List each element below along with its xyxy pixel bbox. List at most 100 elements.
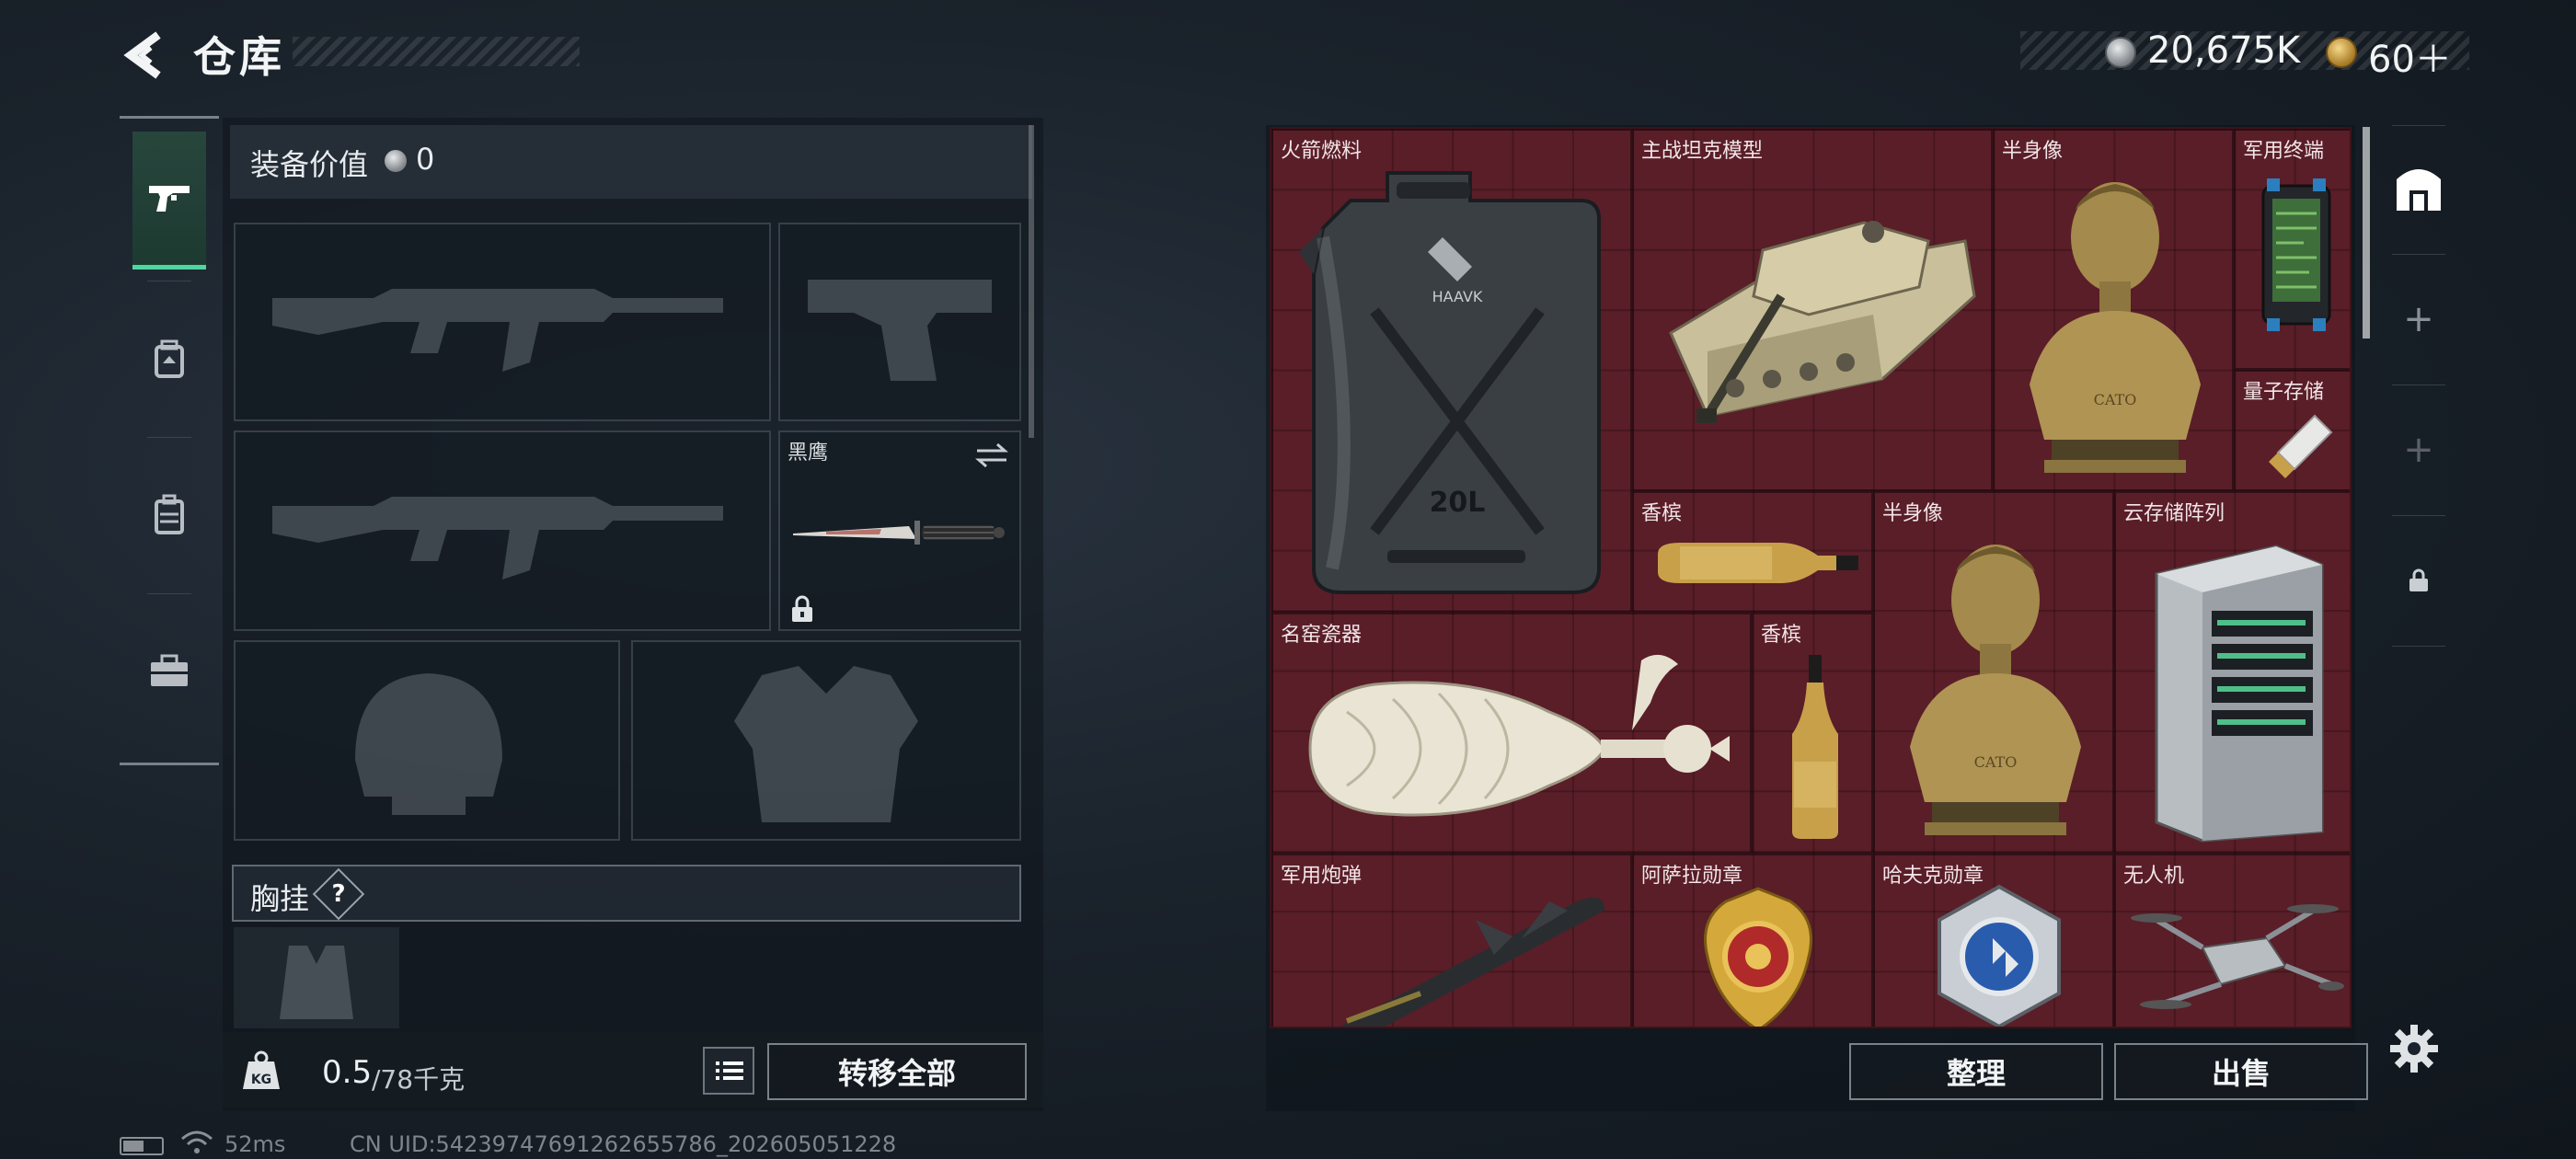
stash-item[interactable]: 香槟	[1752, 613, 1873, 854]
helmet-silhouette-icon	[355, 673, 502, 815]
lock-icon	[2409, 568, 2428, 591]
gold-currency-value[interactable]: 60＋	[2368, 29, 2452, 83]
champagne-bottle-icon	[1658, 543, 1858, 583]
item-name: 阿萨拉勋章	[1641, 865, 1743, 888]
stash-item[interactable]: 云存储阵列	[2114, 491, 2350, 854]
stash-item[interactable]: 无人机	[2114, 854, 2350, 1027]
stash-item[interactable]: 主战坦克模型	[1632, 129, 1993, 491]
server-array-icon	[2155, 545, 2324, 843]
item-name: 哈夫克勋章	[1882, 865, 1984, 888]
list-icon	[716, 1061, 743, 1080]
jerrycan-brand: HAAVK	[1432, 288, 1483, 305]
helmet-slot[interactable]	[234, 640, 620, 841]
tab-backpack[interactable]	[132, 446, 206, 584]
settings-gear-icon[interactable]	[2388, 1023, 2440, 1074]
combat-knife-icon	[793, 521, 1005, 545]
backpack-icon	[155, 494, 184, 534]
item-name: 量子存储	[2243, 381, 2325, 404]
weight-kg-icon: KG	[243, 1050, 280, 1089]
stash-item[interactable]: 量子存储	[2234, 370, 2350, 491]
item-name: 半身像	[1882, 502, 1944, 525]
title-decoration	[293, 37, 580, 66]
secondary-weapon-slot[interactable]	[234, 430, 771, 631]
item-name: 军用终端	[2243, 140, 2325, 163]
tab-armor[interactable]	[132, 290, 206, 428]
tab-weapons[interactable]	[132, 132, 206, 270]
stash-page-add-1[interactable]: +	[2383, 259, 2455, 379]
back-arrow-icon[interactable]	[118, 28, 173, 83]
silver-currency-value[interactable]: 20,675K	[2147, 29, 2300, 72]
pistol-silhouette-icon	[808, 280, 992, 381]
fuel-jerrycan-icon: HAAVK 20L	[1299, 171, 1601, 594]
stash-item[interactable]: 半身像 CATO	[1993, 129, 2234, 491]
stash-item[interactable]: 香槟	[1632, 491, 1873, 613]
silver-coin-icon	[2105, 37, 2136, 68]
swap-icon[interactable]	[973, 442, 1010, 469]
category-tabs	[120, 116, 219, 765]
bust-statue-icon: CATO	[2030, 182, 2201, 473]
item-name: 无人机	[2123, 865, 2185, 888]
rifle-silhouette-icon	[272, 289, 723, 372]
transfer-all-button[interactable]: 转移全部	[767, 1043, 1027, 1100]
stash-item[interactable]: 名窑瓷器	[1271, 613, 1752, 854]
stash-item[interactable]: 火箭燃料 HAAVK 20L	[1271, 129, 1632, 613]
help-icon-glyph: ?	[331, 880, 346, 908]
user-uid: CN UID:5423974769126265578​6_20260505122…	[350, 1131, 897, 1157]
silver-coin-icon	[385, 150, 407, 172]
stash-item[interactable]: 半身像 CATO	[1873, 491, 2114, 854]
champagne-bottle-icon	[1792, 655, 1838, 839]
page-title: 仓库	[193, 32, 285, 82]
battery-level	[123, 1141, 144, 1152]
melee-slot[interactable]: 黑鹰	[778, 430, 1021, 631]
equipment-scrollbar[interactable]	[1029, 125, 1034, 438]
item-name: 名窑瓷器	[1281, 624, 1363, 647]
drone-icon	[2131, 904, 2344, 1009]
equipment-value: 0	[416, 142, 435, 177]
medal-icon	[1704, 887, 1812, 1027]
stash-item[interactable]: 哈夫克勋章	[1873, 854, 2114, 1027]
chest-rig-slot[interactable]	[234, 927, 399, 1028]
stash-grid: 火箭燃料 HAAVK 20L 主战坦克模型 半身像 CATO 军用终端 量子存储…	[1270, 127, 2352, 1028]
gold-coin-icon	[2326, 37, 2357, 68]
weight-capacity: /78千克	[372, 1064, 466, 1095]
stash-item[interactable]: 军用炮弹	[1271, 854, 1632, 1027]
stash-page-locked[interactable]	[2383, 521, 2455, 640]
stash-page-add-2[interactable]: +	[2383, 390, 2455, 510]
toolbox-icon	[151, 654, 188, 686]
bust-statue-icon: CATO	[1910, 545, 2081, 835]
rifle-silhouette-icon	[272, 497, 723, 580]
stash-item[interactable]: 军用终端	[2234, 129, 2350, 370]
vest-silhouette-icon	[734, 666, 918, 822]
item-name: 香槟	[1761, 624, 1802, 647]
sell-button[interactable]: 出售	[2114, 1043, 2368, 1100]
bust-inscription: CATO	[1974, 753, 2018, 771]
chest-rig-label: 胸挂	[250, 881, 310, 916]
stash-item[interactable]: 阿萨拉勋章	[1632, 854, 1873, 1027]
sort-button[interactable]: 整理	[1849, 1043, 2103, 1100]
usb-drive-icon	[2269, 414, 2333, 478]
bust-inscription: CATO	[2094, 391, 2137, 408]
stash-home-icon	[2397, 169, 2441, 211]
chest-rig-silhouette-icon	[280, 946, 353, 1019]
lock-icon	[792, 595, 812, 622]
plus-icon: +	[2403, 429, 2434, 471]
armor-bag-icon	[155, 339, 184, 378]
military-terminal-icon	[2261, 178, 2331, 331]
item-name: 军用炮弹	[1281, 865, 1363, 888]
primary-weapon-slot[interactable]	[234, 223, 771, 421]
equipment-value-label: 装备价值	[250, 147, 369, 182]
plus-icon: +	[2403, 298, 2434, 340]
wifi-icon	[181, 1130, 213, 1153]
weight-current: 0.5	[322, 1054, 373, 1091]
stash-page-rail: + +	[2383, 125, 2455, 1030]
body-armor-slot[interactable]	[631, 640, 1021, 841]
tab-toolbox[interactable]	[132, 602, 206, 740]
list-view-button[interactable]	[703, 1047, 754, 1095]
svg-text:KG: KG	[251, 1073, 271, 1087]
porcelain-vase-icon	[1308, 654, 1730, 817]
stash-page-main[interactable]	[2383, 129, 2455, 248]
stash-scrollbar[interactable]	[2363, 127, 2370, 339]
sidearm-slot[interactable]	[778, 223, 1021, 421]
tank-model-icon	[1669, 221, 1976, 423]
item-name: 云存储阵列	[2123, 502, 2225, 525]
